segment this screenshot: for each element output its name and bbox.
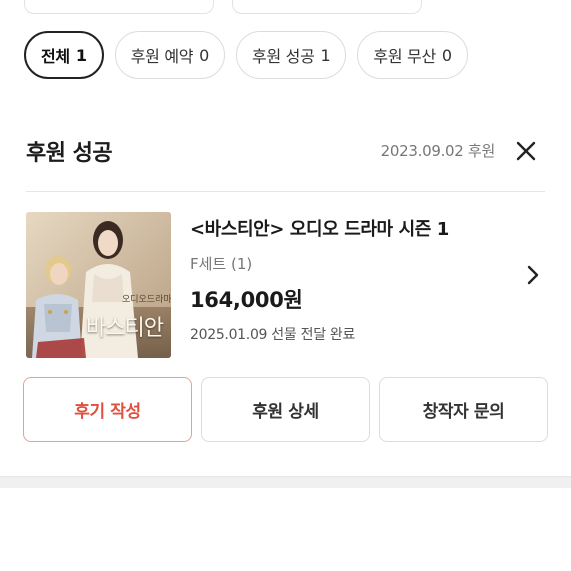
tab-label: 전체 <box>41 47 70 66</box>
thumbnail-title: 바스티안 <box>86 316 164 341</box>
product-thumbnail: 오디오드라마 바스티안 <box>26 212 171 358</box>
previous-cards-edge <box>24 0 424 14</box>
filter-tabs: 전체 1 후원 예약 0 후원 성공 1 후원 무산 0 <box>24 31 468 79</box>
chevron-right-icon[interactable] <box>525 262 541 288</box>
tab-label: 후원 성공 <box>252 47 315 66</box>
divider <box>26 191 545 192</box>
product-price: 164,000원 <box>190 288 303 312</box>
delivery-status: 2025.01.09 선물 전달 완료 <box>190 327 356 343</box>
tab-label: 후원 예약 <box>130 47 194 66</box>
product-option: F세트 (1) <box>190 255 253 273</box>
summary-card <box>24 0 214 14</box>
product-title: <바스티안> 오디오 드라마 시즌 1 <box>190 219 449 240</box>
order-status-title: 후원 성공 <box>26 141 113 166</box>
summary-card <box>232 0 422 14</box>
tab-count: 1 <box>75 45 87 65</box>
tab-count: 1 <box>320 45 331 65</box>
tab-reserved[interactable]: 후원 예약 0 <box>114 31 226 79</box>
order-actions: 후기 작성 후원 상세 창작자 문의 <box>23 377 548 442</box>
tab-all[interactable]: 전체 1 <box>24 31 104 79</box>
close-icon[interactable] <box>513 138 539 164</box>
tab-success[interactable]: 후원 성공 1 <box>236 31 347 79</box>
thumbnail-subtitle: 오디오드라마 <box>122 295 171 305</box>
order-header: 후원 성공 2023.09.02 후원 <box>26 132 545 170</box>
tab-count: 0 <box>441 45 452 65</box>
creator-inquiry-button[interactable]: 창작자 문의 <box>379 377 548 442</box>
section-separator <box>0 476 571 488</box>
tab-failed[interactable]: 후원 무산 0 <box>357 31 468 79</box>
order-date: 2023.09.02 후원 <box>380 142 496 160</box>
tab-count: 0 <box>199 45 210 65</box>
item-info: <바스티안> 오디오 드라마 시즌 1 F세트 (1) 164,000원 202… <box>190 212 505 344</box>
write-review-button[interactable]: 후기 작성 <box>23 377 192 442</box>
order-item[interactable]: 오디오드라마 바스티안 <바스티안> 오디오 드라마 시즌 1 F세트 (1) … <box>26 212 545 358</box>
order-detail-button[interactable]: 후원 상세 <box>201 377 370 442</box>
tab-label: 후원 무산 <box>373 47 436 66</box>
